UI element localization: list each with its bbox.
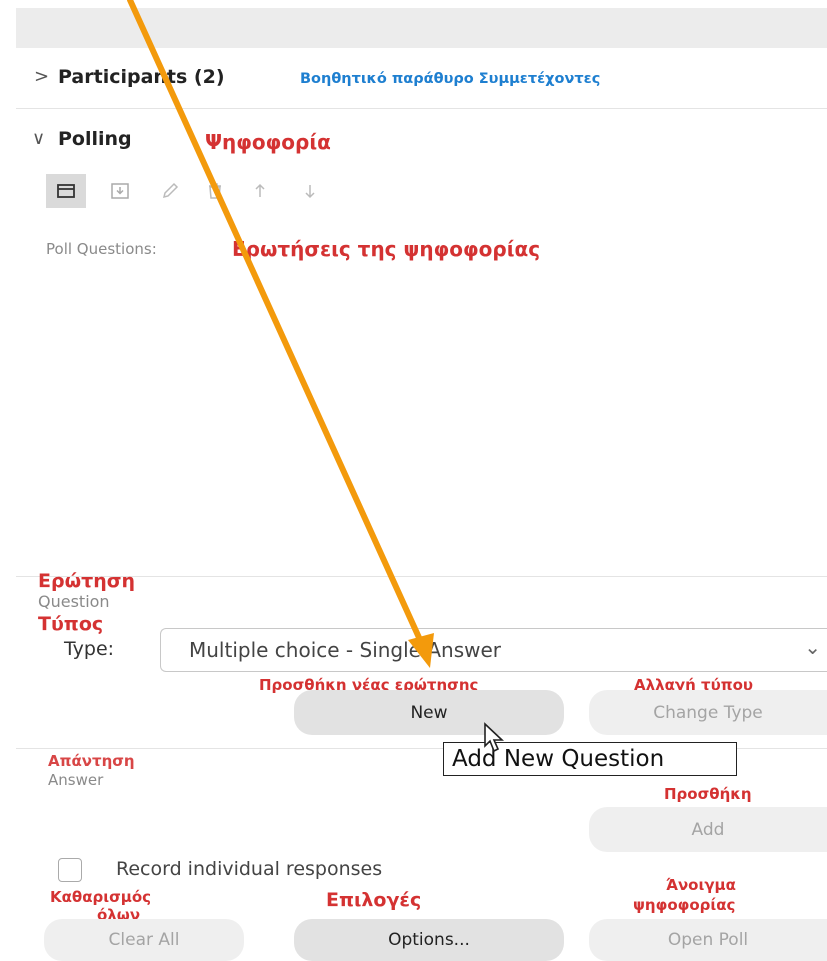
chevron-right-icon[interactable]: > [34, 66, 49, 87]
clear-all-button[interactable]: Clear All [44, 919, 244, 961]
type-select-value: Multiple choice - Single Answer [189, 638, 502, 662]
clear-all-button-label: Clear All [108, 930, 180, 950]
folder-open-icon [57, 184, 75, 198]
open-poll-annotation: Άνοιγμα [666, 876, 736, 894]
save-icon [111, 183, 129, 199]
type-annotation: Τύπος [38, 613, 104, 635]
poll-questions-label: Poll Questions: [46, 240, 157, 258]
divider [16, 108, 827, 109]
poll-questions-list[interactable] [40, 265, 827, 565]
top-bar [16, 8, 827, 48]
open-poll-annotation-2: ψηφοφορίας [633, 896, 736, 914]
type-label: Type: [64, 638, 115, 660]
new-button[interactable]: New [294, 690, 564, 735]
record-responses-checkbox[interactable] [58, 858, 82, 882]
move-down-icon [305, 185, 315, 199]
answer-annotation: Απάντηση [48, 752, 135, 770]
polling-annotation: Ψηφοφορία [205, 130, 331, 154]
edit-question-button[interactable] [150, 174, 190, 208]
move-up-icon [255, 183, 265, 197]
divider [16, 576, 827, 577]
question-annotation: Ερώτηση [38, 570, 136, 592]
add-button-label: Add [691, 819, 725, 840]
chevron-down-icon[interactable]: ∨ [32, 128, 45, 149]
add-answer-button[interactable]: Add [589, 807, 827, 852]
type-select[interactable]: Multiple choice - Single Answer ⌄ [160, 628, 827, 672]
polling-header[interactable]: Polling [58, 128, 132, 150]
question-label: Question [38, 592, 110, 611]
edit-icon [162, 182, 179, 199]
move-up-button[interactable] [240, 174, 280, 208]
participants-annotation: Βοηθητικό παράθυρο Συμμετέχοντες [300, 71, 601, 87]
participants-header[interactable]: Participants (2) [58, 66, 225, 88]
options-button-label: Options... [388, 930, 470, 950]
chevron-down-icon: ⌄ [804, 635, 821, 659]
add-annotation: Προσθήκη [664, 785, 752, 803]
record-responses-label[interactable]: Record individual responses [116, 858, 382, 880]
open-poll-button-label: Open Poll [667, 930, 749, 950]
delete-icon [209, 183, 221, 199]
answer-label: Answer [48, 771, 104, 789]
clear-all-annotation: Καθαρισμός [50, 888, 152, 906]
options-annotation: Επιλογές [326, 889, 422, 911]
mouse-cursor-icon [484, 722, 505, 753]
options-button[interactable]: Options... [294, 919, 564, 961]
change-type-button-label: Change Type [653, 702, 763, 723]
save-poll-button[interactable] [100, 174, 140, 208]
new-button-label: New [410, 702, 448, 723]
open-poll-file-button[interactable] [46, 174, 86, 208]
poll-questions-annotation: Ερωτήσεις της ψηφοφορίας [232, 237, 541, 261]
move-down-button[interactable] [290, 174, 330, 208]
open-poll-button[interactable]: Open Poll [589, 919, 827, 961]
delete-question-button[interactable] [195, 174, 235, 208]
change-type-button[interactable]: Change Type [589, 690, 827, 735]
